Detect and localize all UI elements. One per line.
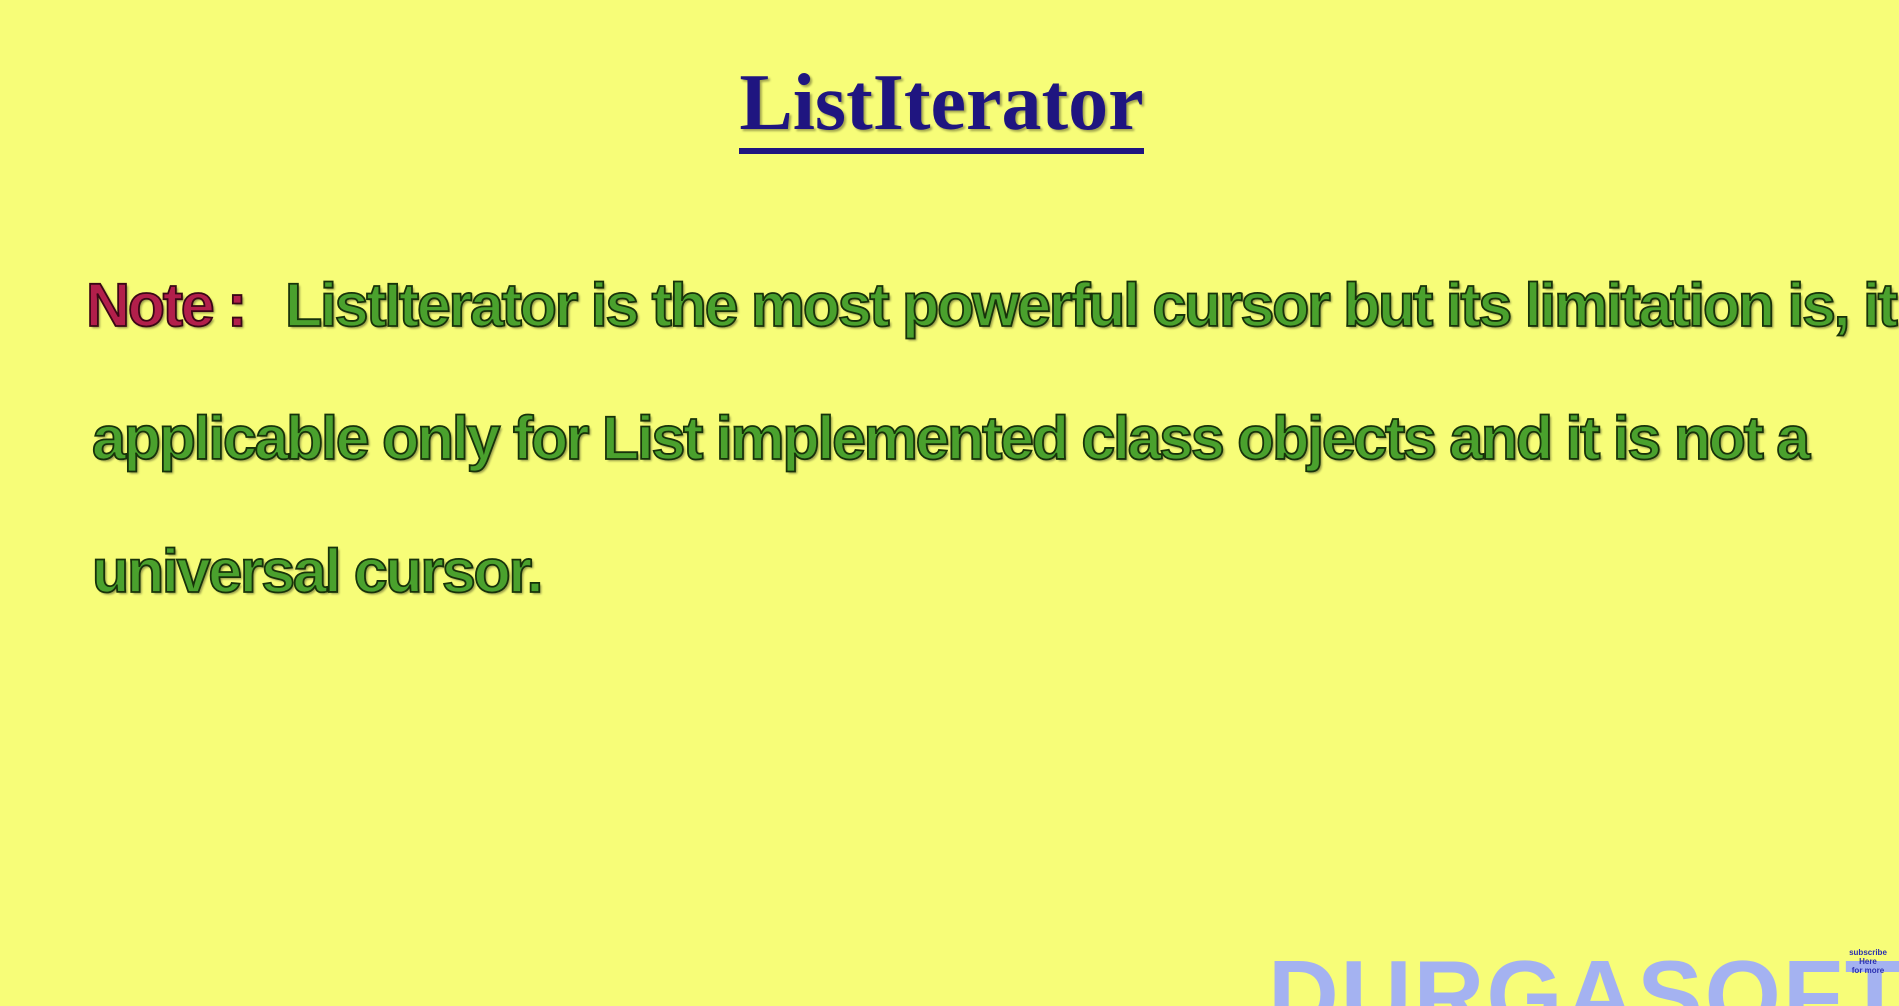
subscribe-line: for more (1851, 966, 1885, 975)
note-line-3: universal cursor. (91, 536, 544, 606)
note-line-1-text: ListIterator is the most powerful cursor… (284, 270, 1899, 340)
slide-title: ListIterator (0, 58, 1883, 154)
slide-title-text: ListIterator (739, 60, 1144, 154)
slide: ListIterator Note : ListIterator is the m… (0, 0, 1899, 1006)
note-line-2: applicable only for List implemented cla… (91, 403, 1811, 473)
durgasoft-watermark: DURGASOFT (1268, 940, 1899, 1006)
subscribe-line: Here (1859, 957, 1877, 966)
note-label: Note : (85, 270, 248, 340)
subscribe-badge[interactable]: subscribe Here for more (1838, 948, 1898, 975)
subscribe-line: subscribe (1849, 948, 1887, 957)
note-line-1: Note : ListIterator is the most powerful … (85, 270, 1899, 340)
